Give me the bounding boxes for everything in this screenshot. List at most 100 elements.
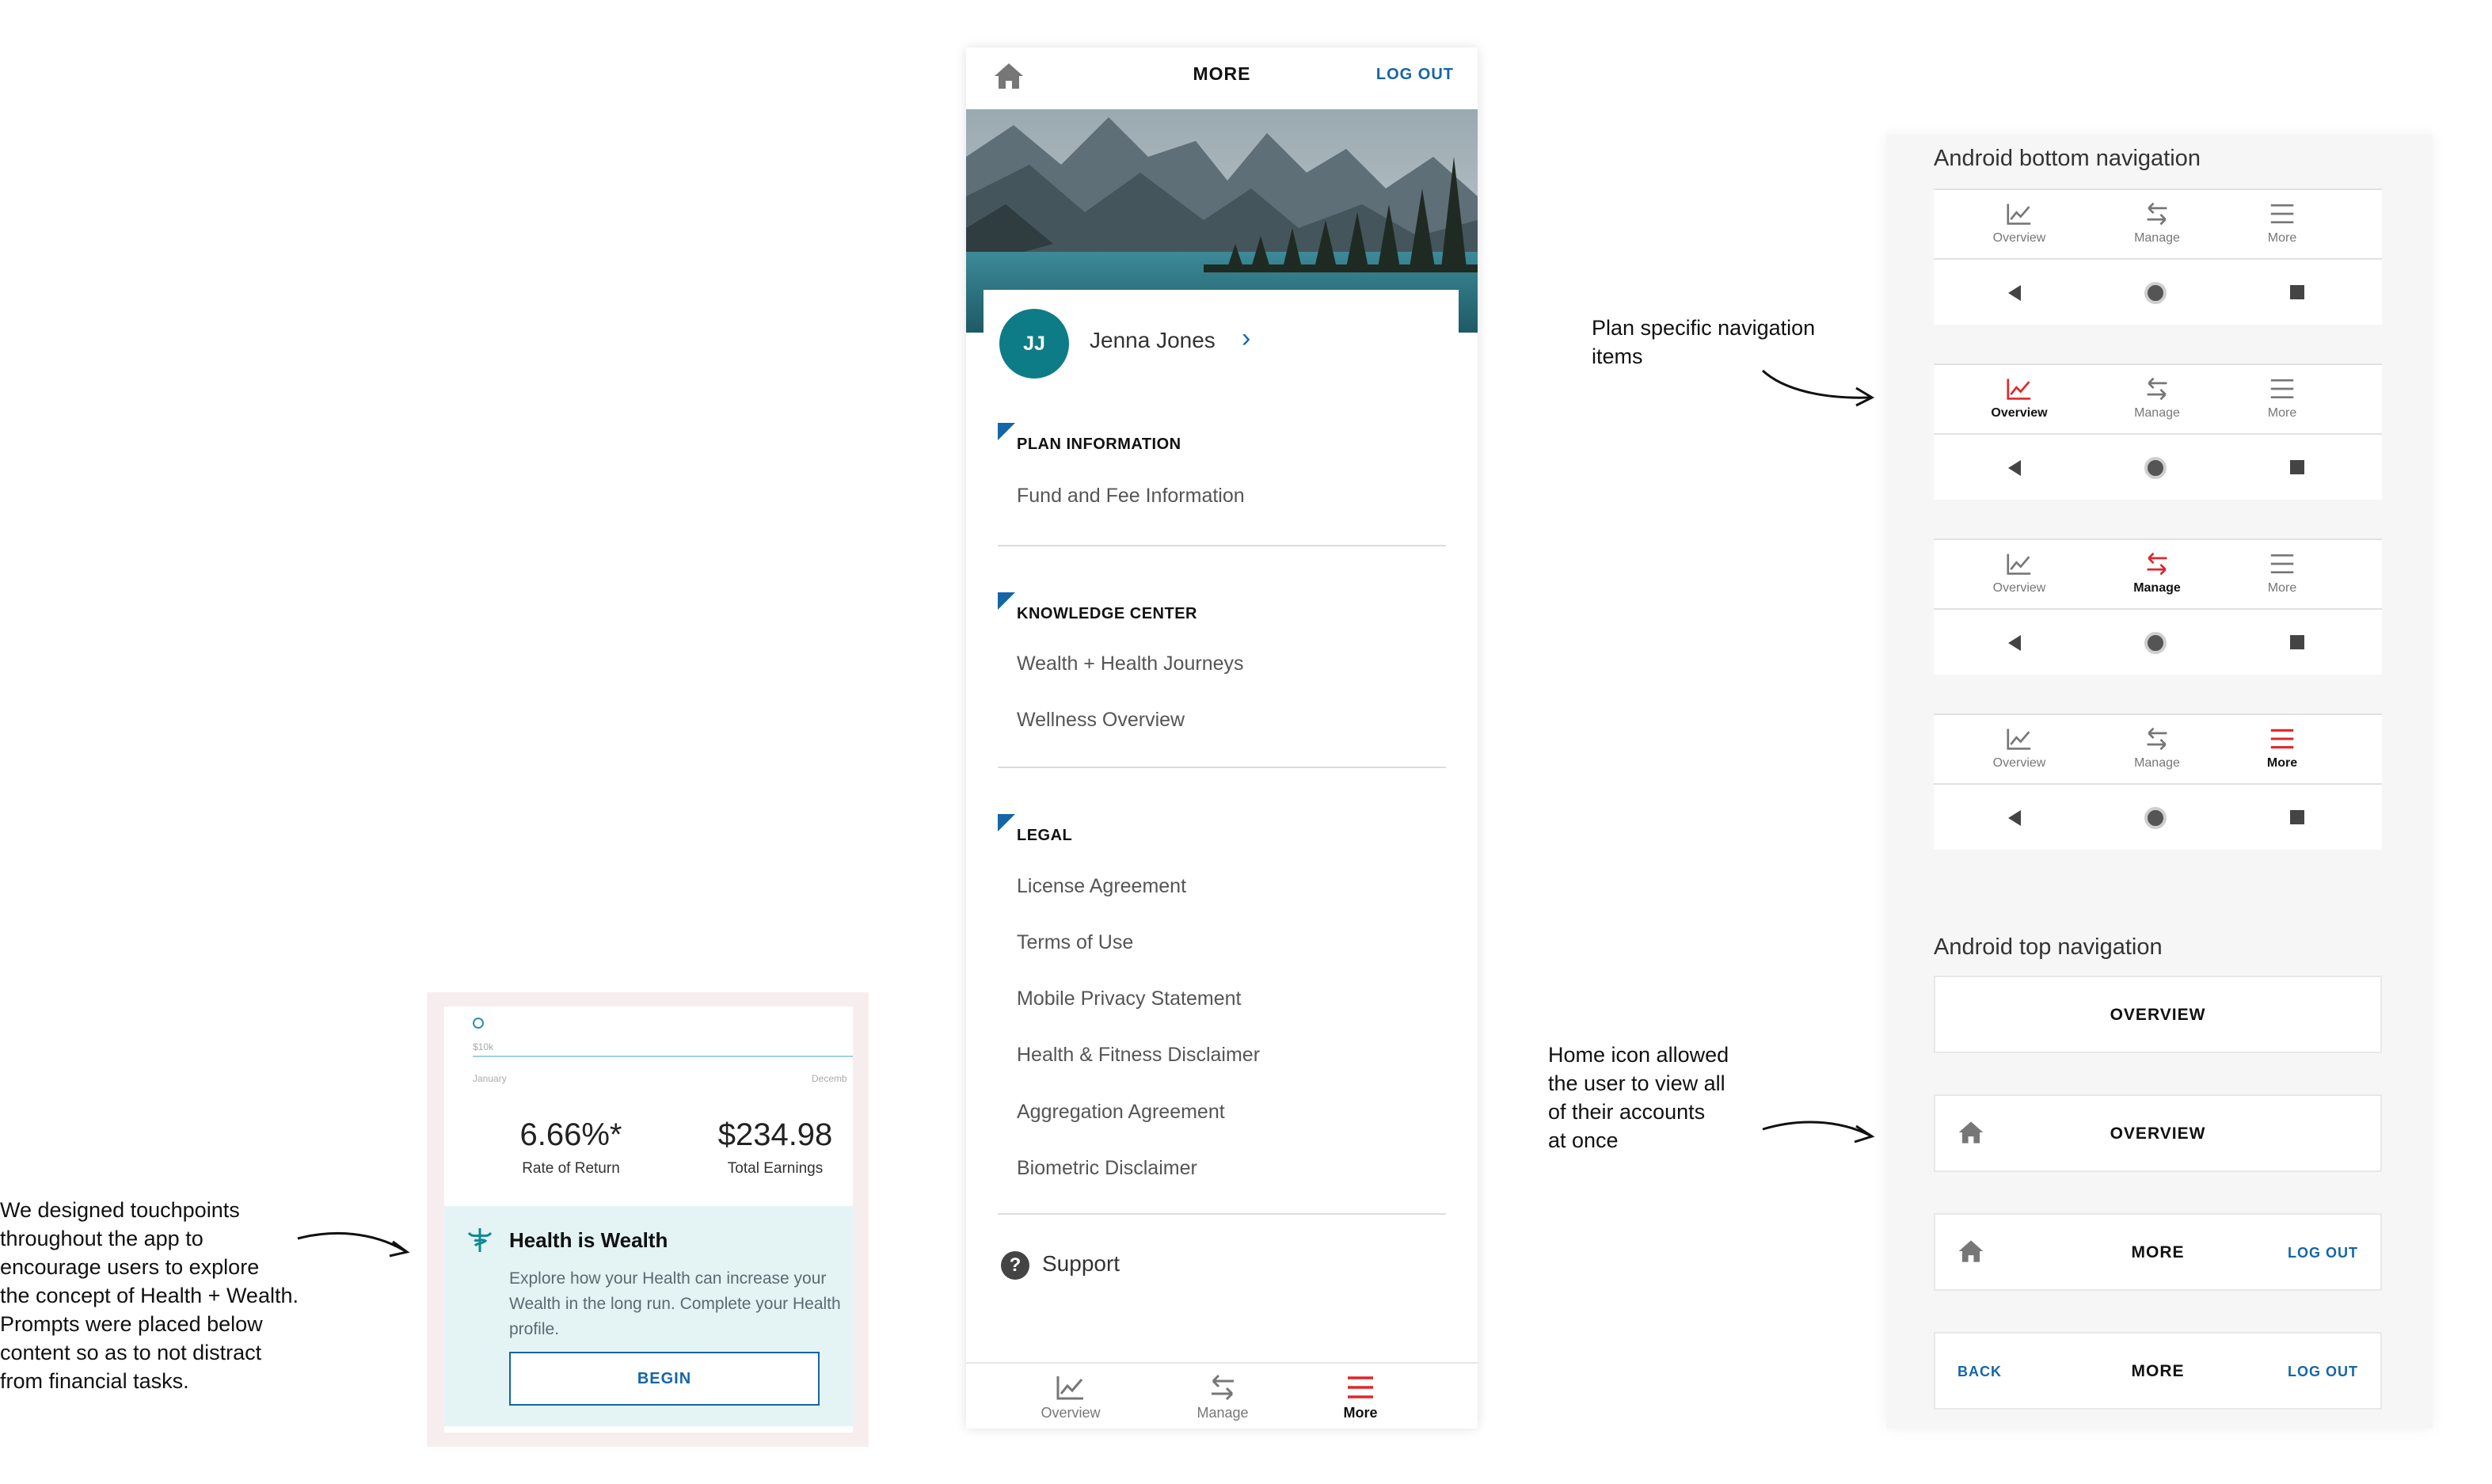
earnings-chart: $10k January Decemb [444, 1006, 853, 1094]
bottom-nav-variant-default: Overview Manage More [1934, 188, 2382, 325]
top-nav-title: OVERVIEW [2110, 1124, 2206, 1143]
menu-item-aggregation-agreement[interactable]: Aggregation Agreement [1017, 1101, 1225, 1124]
menu-item-wealth-health-journeys[interactable]: Wealth + Health Journeys [1017, 653, 1244, 675]
top-navigation-heading: Android top navigation [1934, 934, 2163, 960]
arrow-icon [1762, 1121, 1875, 1143]
nav-tab-label: More [2266, 756, 2298, 770]
touchpoints-annotation: We designed touchpoints throughout the a… [0, 1198, 299, 1393]
system-recents-icon[interactable] [2290, 285, 2304, 299]
system-back-icon[interactable] [2008, 635, 2021, 651]
arrow-icon [297, 1231, 410, 1258]
phone-screen: MORE LOG OUT JJ Jenna Jones › PLAN INFOR… [966, 48, 1478, 1429]
nav-tab-manage[interactable]: Manage [2102, 190, 2212, 261]
avatar: JJ [999, 309, 1069, 379]
system-home-icon[interactable] [2144, 457, 2167, 479]
nav-tab-manage[interactable]: Manage [2102, 540, 2212, 611]
nav-tab-label: Overview [1992, 756, 2046, 770]
nav-tab-overview[interactable]: Overview [1964, 540, 2075, 611]
transfer-arrows-icon [2147, 377, 2167, 401]
menu-icon [2270, 729, 2294, 749]
line-chart-icon [2007, 729, 2031, 750]
nav-tab-more[interactable]: More [2227, 715, 2338, 786]
transfer-arrows-icon [2147, 202, 2167, 226]
bottom-nav-bar: Overview Manage More [1934, 188, 2382, 260]
transfer-arrows-icon [2147, 552, 2167, 576]
health-card: $10k January Decemb 6.66%* Rate of Retur… [444, 1006, 853, 1433]
section-heading-plan-information: PLAN INFORMATION [1017, 436, 1181, 453]
bottom-nav-bar: Overview Manage More [1934, 363, 2382, 435]
support-link[interactable]: Support [1042, 1251, 1120, 1277]
total-earnings-label: Total Earnings [727, 1160, 824, 1177]
top-nav-variant-back-logout: BACK MORE LOG OUT [1934, 1332, 2382, 1410]
chart-x-end: Decemb [812, 1073, 847, 1084]
chart-point [473, 1018, 484, 1029]
menu-item-health-fitness-disclaimer[interactable]: Health & Fitness Disclaimer [1017, 1044, 1260, 1067]
menu-icon [1348, 1376, 1373, 1398]
bottom-nav-variant-overview: Overview Manage More [1934, 363, 2382, 500]
bottom-navigation: Overview Manage More [966, 1362, 1478, 1429]
begin-button[interactable]: BEGIN [509, 1352, 820, 1406]
nav-tab-label: More [2267, 406, 2297, 420]
bottom-nav-variant-manage: Overview Manage More [1934, 538, 2382, 675]
system-back-icon[interactable] [2008, 810, 2021, 826]
nav-tab-label: Manage [2134, 756, 2180, 770]
caduceus-icon [467, 1228, 493, 1252]
chart-y-tick: $10k [473, 1041, 494, 1052]
system-recents-icon[interactable] [2290, 635, 2304, 649]
rate-of-return-label: Rate of Return [522, 1160, 620, 1177]
nav-tab-label: Manage [2134, 231, 2180, 245]
transfer-arrows-icon [1212, 1374, 1234, 1401]
nav-tab-label: Overview [1041, 1405, 1101, 1421]
bottom-nav-bar: Overview Manage More [1934, 538, 2382, 610]
menu-item-biometric-disclaimer[interactable]: Biometric Disclaimer [1017, 1157, 1197, 1180]
divider [998, 545, 1446, 546]
nav-tab-overview[interactable]: Overview [1964, 715, 2075, 786]
menu-item-fund-and-fee-information[interactable]: Fund and Fee Information [1017, 485, 1245, 508]
help-icon[interactable]: ? [1001, 1251, 1029, 1280]
system-home-icon[interactable] [2144, 282, 2167, 304]
logout-link[interactable]: LOG OUT [1376, 66, 1454, 84]
nav-tab-label: Overview [1992, 581, 2046, 595]
health-prompt-title: Health is Wealth [509, 1228, 668, 1252]
nav-tab-label: Overview [1992, 231, 2046, 245]
health-prompt: Health is Wealth Explore how your Health… [444, 1206, 853, 1426]
line-chart-icon [2007, 204, 2031, 225]
bottom-navigation-heading: Android bottom navigation [1934, 146, 2201, 171]
nav-tab-more[interactable]: More [2227, 540, 2338, 611]
plan-nav-annotation: Plan specific navigation items [1592, 316, 1816, 368]
nav-tab-overview[interactable]: Overview [1015, 1364, 1126, 1429]
system-recents-icon[interactable] [2290, 810, 2304, 824]
divider [998, 767, 1446, 768]
nav-tab-manage[interactable]: Manage [2102, 365, 2212, 436]
system-back-icon[interactable] [2008, 285, 2021, 301]
health-prompt-body: Explore how your Health can increase you… [509, 1269, 841, 1338]
nav-tab-label: Manage [2134, 406, 2180, 420]
system-back-icon[interactable] [2008, 460, 2021, 476]
chart-line [473, 1056, 853, 1057]
logout-link[interactable]: LOG OUT [2288, 1245, 2358, 1261]
menu-item-mobile-privacy-statement[interactable]: Mobile Privacy Statement [1017, 987, 1241, 1010]
line-chart-icon [2007, 379, 2031, 400]
nav-tab-more[interactable]: More [2227, 190, 2338, 261]
rate-of-return-value: 6.66%* [519, 1117, 622, 1152]
nav-tab-label: Overview [1991, 406, 2048, 420]
profile-card[interactable]: JJ Jenna Jones › [983, 290, 1459, 385]
system-home-icon[interactable] [2144, 807, 2167, 829]
line-chart-icon [1056, 1376, 1083, 1400]
section-flag-icon [998, 592, 1015, 610]
system-recents-icon[interactable] [2290, 460, 2304, 474]
nav-tab-more[interactable]: More [2227, 365, 2338, 436]
nav-tab-overview[interactable]: Overview [1964, 190, 2075, 261]
nav-tab-more[interactable]: More [1305, 1364, 1416, 1429]
menu-item-wellness-overview[interactable]: Wellness Overview [1017, 709, 1185, 732]
bottom-nav-variant-more: Overview Manage More [1934, 713, 2382, 850]
menu-icon [2270, 204, 2294, 223]
nav-tab-manage[interactable]: Manage [1167, 1364, 1278, 1429]
top-nav-variant-home: OVERVIEW [1934, 1094, 2382, 1172]
menu-item-terms-of-use[interactable]: Terms of Use [1017, 931, 1133, 954]
logout-link[interactable]: LOG OUT [2288, 1364, 2358, 1380]
nav-tab-manage[interactable]: Manage [2102, 715, 2212, 786]
nav-tab-overview[interactable]: Overview [1964, 365, 2075, 436]
system-home-icon[interactable] [2144, 632, 2167, 654]
menu-item-license-agreement[interactable]: License Agreement [1017, 875, 1186, 898]
